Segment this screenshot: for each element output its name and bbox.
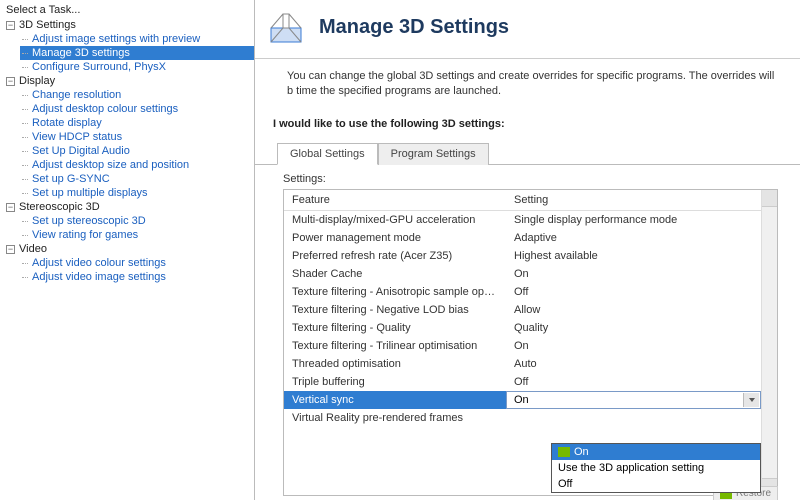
sidebar-item[interactable]: Adjust video colour settings [20,256,254,270]
cell-setting[interactable]: Adaptive [506,229,761,247]
col-header-feature: Feature [284,190,506,210]
tree-group-label: Video [19,243,47,255]
cell-feature: Texture filtering - Trilinear optimisati… [284,337,506,355]
sidebar-item[interactable]: View HDCP status [20,130,254,144]
task-sidebar: Select a Task... −3D SettingsAdjust imag… [0,0,255,500]
table-row[interactable]: Threaded optimisationAuto [284,355,761,373]
table-row[interactable]: Power management modeAdaptive [284,229,761,247]
nvidia-icon [558,447,570,457]
table-row[interactable]: Vertical syncOn [284,391,761,409]
settings-label: Settings: [255,165,800,187]
sidebar-item[interactable]: Adjust image settings with preview [20,32,254,46]
cell-feature: Texture filtering - Quality [284,319,506,337]
sidebar-item[interactable]: Configure Surround, PhysX [20,60,254,74]
sidebar-item[interactable]: View rating for games [20,228,254,242]
cell-setting[interactable]: Allow [506,301,761,319]
tree-group-label: 3D Settings [19,19,76,31]
cell-feature: Threaded optimisation [284,355,506,373]
page-header: Manage 3D Settings [255,0,800,59]
table-row[interactable]: Virtual Reality pre-rendered frames [284,409,761,427]
cell-feature: Texture filtering - Negative LOD bias [284,301,506,319]
cell-setting[interactable]: On [506,337,761,355]
sidebar-item[interactable]: Adjust video image settings [20,270,254,284]
tree-group-label: Stereoscopic 3D [19,201,100,213]
grid-scrollbar[interactable] [761,190,777,495]
table-row[interactable]: Triple bufferingOff [284,373,761,391]
table-row[interactable]: Shader CacheOn [284,265,761,283]
cell-setting[interactable]: Highest available [506,247,761,265]
table-row[interactable]: Multi-display/mixed-GPU accelerationSing… [284,211,761,229]
cell-feature: Vertical sync [284,391,506,409]
tree-group-head[interactable]: −3D Settings [0,18,254,32]
cell-setting[interactable]: On [506,391,761,409]
table-row[interactable]: Preferred refresh rate (Acer Z35)Highest… [284,247,761,265]
collapse-icon[interactable]: − [6,203,15,212]
cell-feature: Preferred refresh rate (Acer Z35) [284,247,506,265]
cell-setting[interactable]: Quality [506,319,761,337]
cell-setting[interactable]: Auto [506,355,761,373]
sidebar-item[interactable]: Adjust desktop colour settings [20,102,254,116]
sidebar-item[interactable]: Change resolution [20,88,254,102]
sidebar-item[interactable]: Set up multiple displays [20,186,254,200]
sidebar-item[interactable]: Rotate display [20,116,254,130]
page-description: You can change the global 3D settings an… [255,59,800,104]
cell-feature: Virtual Reality pre-rendered frames [284,409,506,427]
dropdown-item[interactable]: Use the 3D application setting [552,460,760,476]
table-row[interactable]: Texture filtering - Trilinear optimisati… [284,337,761,355]
dropdown-item[interactable]: On [552,444,760,460]
vsync-dropdown[interactable]: OnUse the 3D application settingOff [551,443,761,493]
collapse-icon[interactable]: − [6,21,15,30]
page-title: Manage 3D Settings [319,16,509,39]
tree-group-head[interactable]: −Video [0,242,254,256]
cell-feature: Power management mode [284,229,506,247]
cell-feature: Triple buffering [284,373,506,391]
tab[interactable]: Program Settings [378,143,489,165]
table-row[interactable]: Texture filtering - QualityQuality [284,319,761,337]
cell-feature: Shader Cache [284,265,506,283]
tree-group-label: Display [19,75,55,87]
sidebar-item[interactable]: Manage 3D settings [20,46,254,60]
cell-setting[interactable]: Off [506,373,761,391]
main-panel: Manage 3D Settings You can change the gl… [255,0,800,500]
task-tree: −3D SettingsAdjust image settings with p… [0,18,254,284]
table-row[interactable]: Texture filtering - Anisotropic sample o… [284,283,761,301]
cell-setting[interactable]: Single display performance mode [506,211,761,229]
chevron-down-icon[interactable] [743,393,759,407]
cell-setting[interactable]: Off [506,283,761,301]
settings-tabs: Global SettingsProgram Settings [255,136,800,165]
dropdown-item[interactable]: Off [552,476,760,492]
settings-subhead: I would like to use the following 3D set… [255,104,800,136]
cell-setting[interactable]: On [506,265,761,283]
tab[interactable]: Global Settings [277,143,378,165]
cell-setting[interactable] [506,409,761,427]
tree-group-head[interactable]: −Stereoscopic 3D [0,200,254,214]
cell-feature: Texture filtering - Anisotropic sample o… [284,283,506,301]
sidebar-item[interactable]: Set up stereoscopic 3D [20,214,254,228]
grid-header: Feature Setting [284,190,761,211]
sidebar-title: Select a Task... [0,2,254,18]
tree-group-head[interactable]: −Display [0,74,254,88]
collapse-icon[interactable]: − [6,77,15,86]
sidebar-item[interactable]: Set Up Digital Audio [20,144,254,158]
sidebar-item[interactable]: Adjust desktop size and position [20,158,254,172]
sidebar-item[interactable]: Set up G-SYNC [20,172,254,186]
table-row[interactable]: Texture filtering - Negative LOD biasAll… [284,301,761,319]
col-header-setting: Setting [506,190,761,210]
cell-feature: Multi-display/mixed-GPU acceleration [284,211,506,229]
collapse-icon[interactable]: − [6,245,15,254]
nvidia-3d-icon [265,6,307,48]
